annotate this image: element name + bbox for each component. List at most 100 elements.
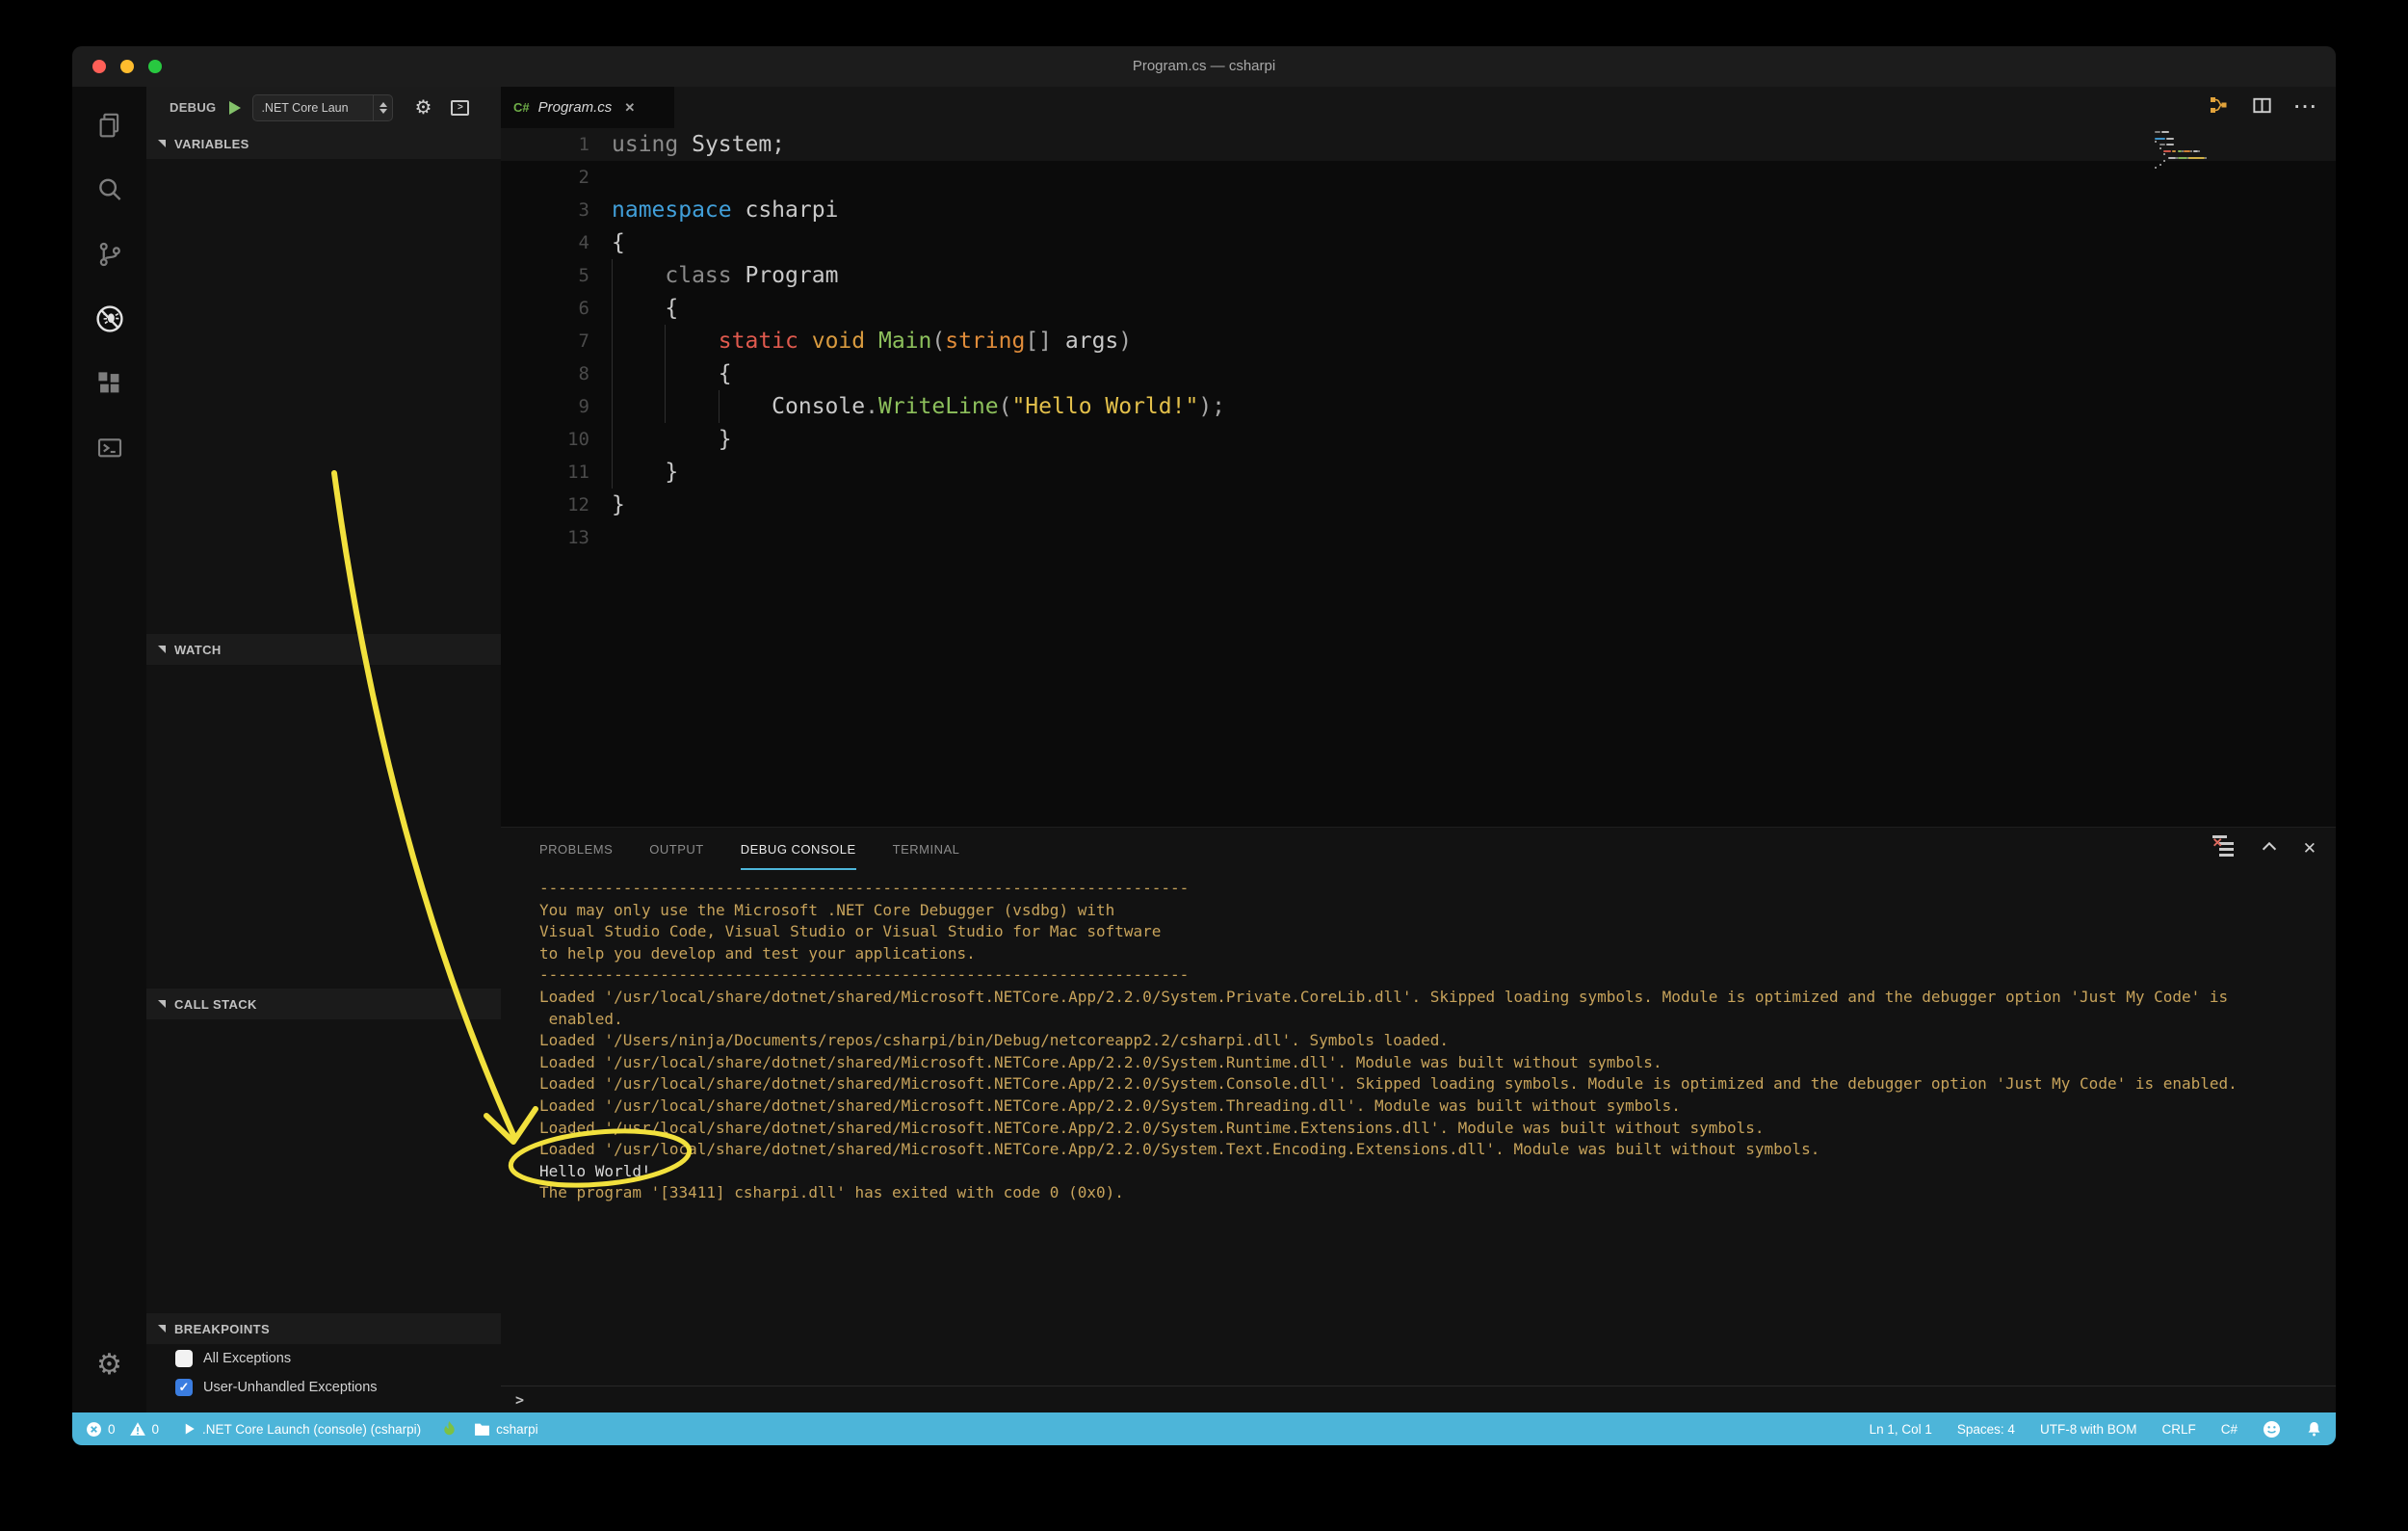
indent-guide — [719, 390, 720, 423]
line-number[interactable]: 4 — [501, 226, 612, 259]
tab-problems[interactable]: PROBLEMS — [539, 828, 613, 870]
activity-bar: ⚙ — [72, 87, 146, 1412]
code-editor[interactable]: 1using System;2 3namespace csharpi4{5 cl… — [501, 128, 2336, 827]
search-icon[interactable] — [72, 157, 146, 222]
close-panel-icon[interactable]: ✕ — [2303, 839, 2316, 858]
clear-console-icon[interactable]: ✕ — [2212, 838, 2236, 859]
close-tab-icon[interactable]: ✕ — [624, 100, 635, 116]
line-number[interactable]: 8 — [501, 357, 612, 390]
eol-sequence[interactable]: CRLF — [2161, 1422, 2195, 1437]
terminal-panel-icon[interactable] — [72, 415, 146, 480]
section-breakpoints[interactable]: BREAKPOINTS — [146, 1313, 501, 1344]
problems-status[interactable]: 0 0 — [86, 1421, 159, 1438]
warning-icon — [129, 1421, 146, 1438]
console-line: Loaded '/Users/ninja/Documents/repos/csh… — [539, 1030, 2336, 1052]
run-fork-icon[interactable] — [2207, 93, 2230, 121]
tab-terminal[interactable]: TERMINAL — [893, 828, 960, 870]
code-lines: 1using System;2 3namespace csharpi4{5 cl… — [501, 128, 2336, 554]
settings-gear-icon[interactable]: ⚙ — [72, 1333, 146, 1397]
code-line: 4{ — [501, 226, 2336, 259]
code-line: 13 — [501, 521, 2336, 554]
launch-configuration-dropdown[interactable]: .NET Core Laun — [252, 94, 393, 121]
console-line: enabled. — [539, 1009, 2336, 1031]
code-line: 3namespace csharpi — [501, 194, 2336, 226]
tab-output[interactable]: OUTPUT — [649, 828, 703, 870]
code-line: 7 static void Main(string[] args) — [501, 325, 2336, 357]
debug-toolbar: DEBUG .NET Core Laun ⚙ > — [146, 87, 501, 128]
console-prompt: > — [501, 1391, 524, 1409]
cursor-position[interactable]: Ln 1, Col 1 — [1870, 1422, 1932, 1437]
code-line: 12} — [501, 488, 2336, 521]
console-line: Loaded '/usr/local/share/dotnet/shared/M… — [539, 1073, 2336, 1095]
console-line: ----------------------------------------… — [539, 964, 2336, 987]
line-number[interactable]: 5 — [501, 259, 612, 292]
line-number[interactable]: 13 — [501, 521, 612, 554]
maximize-panel-icon[interactable] — [2259, 836, 2280, 862]
start-debug-button[interactable] — [229, 101, 241, 115]
line-number[interactable]: 1 — [501, 128, 612, 161]
encoding[interactable]: UTF-8 with BOM — [2040, 1422, 2137, 1437]
chevron-expanded-icon — [158, 646, 166, 653]
line-number[interactable]: 2 — [501, 161, 612, 194]
status-bar: 0 0 .NET Core Launch (console) (csharpi) — [72, 1412, 2336, 1445]
minimap[interactable] — [2153, 131, 2235, 175]
feedback-smiley-icon[interactable] — [2263, 1420, 2281, 1439]
tab-debug-console[interactable]: DEBUG CONSOLE — [741, 828, 856, 870]
extensions-icon[interactable] — [72, 351, 146, 415]
debug-sidebar: DEBUG .NET Core Laun ⚙ > VARIABLES WATCH — [146, 87, 501, 1412]
breakpoint-all-exceptions: All Exceptions — [146, 1345, 501, 1372]
line-number[interactable]: 6 — [501, 292, 612, 325]
indent-guide — [612, 259, 613, 488]
debug-console-output[interactable]: ----------------------------------------… — [501, 870, 2336, 1204]
debug-launch-status[interactable]: .NET Core Launch (console) (csharpi) — [182, 1421, 421, 1437]
section-call-stack[interactable]: CALL STACK — [146, 989, 501, 1019]
split-editor-icon[interactable] — [2251, 94, 2273, 121]
line-number[interactable]: 7 — [501, 325, 612, 357]
line-number[interactable]: 11 — [501, 456, 612, 488]
console-line: You may only use the Microsoft .NET Core… — [539, 900, 2336, 922]
source-control-icon[interactable] — [72, 222, 146, 286]
console-line: The program '[33411] csharpi.dll' has ex… — [539, 1182, 2336, 1204]
code-line: 11 } — [501, 456, 2336, 488]
more-actions-icon[interactable]: ··· — [2294, 97, 2318, 119]
line-number[interactable]: 9 — [501, 390, 612, 423]
code-line: 10 } — [501, 423, 2336, 456]
bottom-panel: PROBLEMS OUTPUT DEBUG CONSOLE TERMINAL ✕ — [501, 827, 2336, 1412]
panel-tab-bar: PROBLEMS OUTPUT DEBUG CONSOLE TERMINAL — [501, 828, 2336, 870]
error-icon — [86, 1421, 102, 1438]
console-line: Hello World! — [539, 1161, 2336, 1183]
folder-icon — [474, 1422, 490, 1437]
play-icon — [182, 1421, 196, 1437]
csharp-file-icon: C# — [513, 100, 530, 115]
tab-program-cs[interactable]: C# Program.cs ✕ — [501, 87, 674, 128]
explorer-icon[interactable] — [72, 92, 146, 157]
console-line: Loaded '/usr/local/share/dotnet/shared/M… — [539, 1052, 2336, 1074]
section-variables[interactable]: VARIABLES — [146, 128, 501, 159]
chevron-expanded-icon — [158, 1325, 166, 1333]
checkbox-checked[interactable]: ✓ — [175, 1379, 193, 1396]
language-mode[interactable]: C# — [2221, 1422, 2238, 1437]
console-line: ----------------------------------------… — [539, 878, 2336, 900]
indentation[interactable]: Spaces: 4 — [1957, 1422, 2015, 1437]
code-line: 1using System; — [501, 128, 2336, 161]
section-watch[interactable]: WATCH — [146, 634, 501, 665]
code-line: 6 { — [501, 292, 2336, 325]
code-line: 5 class Program — [501, 259, 2336, 292]
debug-view-label: DEBUG — [170, 100, 216, 115]
configure-gear-icon[interactable]: ⚙ — [414, 98, 432, 118]
checkbox-unchecked[interactable] — [175, 1350, 193, 1367]
debug-icon[interactable] — [72, 286, 146, 351]
line-number[interactable]: 10 — [501, 423, 612, 456]
line-number[interactable]: 3 — [501, 194, 612, 226]
console-line: Loaded '/usr/local/share/dotnet/shared/M… — [539, 1139, 2336, 1161]
screenshot-canvas: Program.cs — csharpi — [0, 0, 2408, 1531]
flame-status-icon[interactable] — [440, 1420, 458, 1439]
debug-console-input[interactable]: > — [501, 1386, 2336, 1412]
line-number[interactable]: 12 — [501, 488, 612, 521]
dropdown-stepper-icon — [373, 95, 392, 120]
notifications-bell-icon[interactable] — [2306, 1420, 2322, 1438]
editor-group: C# Program.cs ✕ — [501, 87, 2336, 1412]
open-debug-console-icon[interactable]: > — [451, 100, 469, 116]
title-bar: Program.cs — csharpi — [72, 46, 2336, 87]
workspace-folder[interactable]: csharpi — [474, 1422, 538, 1437]
